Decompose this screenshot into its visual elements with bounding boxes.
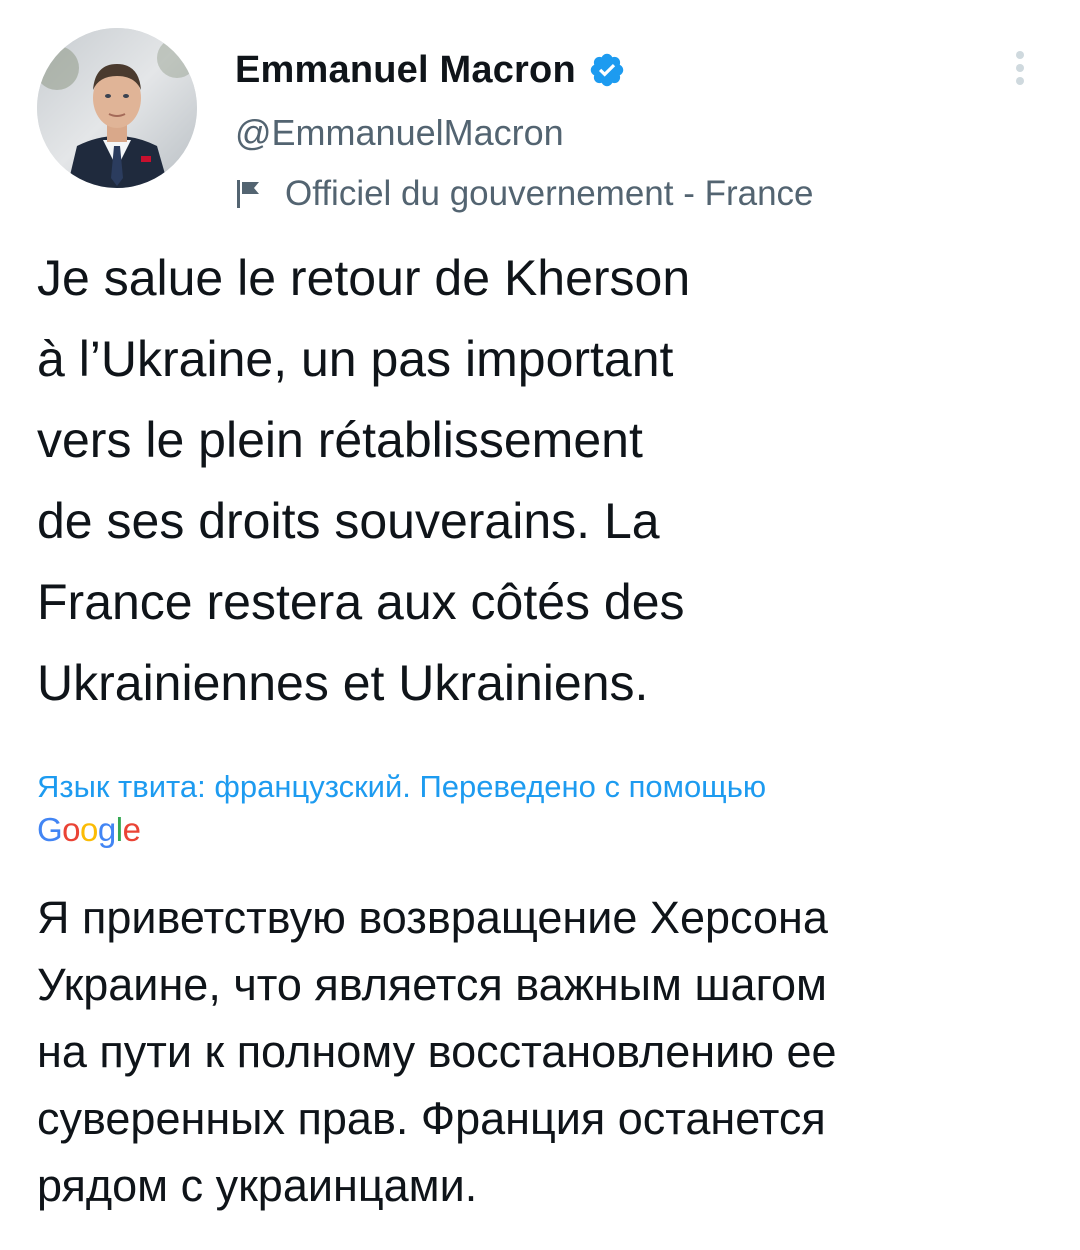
translated-text-line: рядом с украинцами. — [37, 1160, 478, 1211]
author-handle[interactable]: @EmmanuelMacron — [235, 112, 564, 154]
translated-text-line: Украине, что является важным шагом — [37, 959, 827, 1010]
flag-icon — [235, 178, 263, 210]
government-label-text: Officiel du gouvernement - France — [285, 174, 814, 213]
tweet-text-line: de ses droits souverains. La — [37, 493, 660, 549]
government-label[interactable]: Officiel du gouvernement - France — [235, 170, 814, 218]
avatar[interactable] — [37, 28, 197, 188]
more-dot-icon — [1016, 51, 1024, 59]
tweet-text-line: Je salue le retour de Kherson — [37, 250, 691, 306]
tweet-text-line: vers le plein rétablissement — [37, 412, 643, 468]
google-logo: Google — [37, 811, 141, 848]
author-name-row: Emmanuel Macron — [235, 44, 626, 96]
translation-notice[interactable]: Язык твита: французский. Переведено с по… — [37, 766, 1047, 808]
tweet-text-line: Ukrainiennes et Ukrainiens. — [37, 655, 649, 711]
translated-text-line: суверенных прав. Франция останется — [37, 1093, 826, 1144]
tweet-text: Je salue le retour de Kherson à l’Ukrain… — [37, 238, 1047, 724]
more-dot-icon — [1016, 77, 1024, 85]
tweet-text-line: à l’Ukraine, un pas important — [37, 331, 674, 387]
translated-text-line: Я приветствую возвращение Херсона — [37, 892, 828, 943]
author-display-name[interactable]: Emmanuel Macron — [235, 49, 576, 92]
more-dot-icon — [1016, 64, 1024, 72]
profile-photo — [37, 28, 197, 188]
tweet: Emmanuel Macron @EmmanuelMacron Officiel… — [0, 0, 1080, 1250]
more-options-button[interactable] — [1000, 40, 1040, 96]
tweet-text-line: France restera aux côtés des — [37, 574, 685, 630]
translated-text: Я приветствую возвращение Херсона Украин… — [37, 884, 1047, 1219]
verified-badge-icon — [588, 51, 626, 89]
translated-text-line: на пути к полному восстановлению ее — [37, 1026, 837, 1077]
